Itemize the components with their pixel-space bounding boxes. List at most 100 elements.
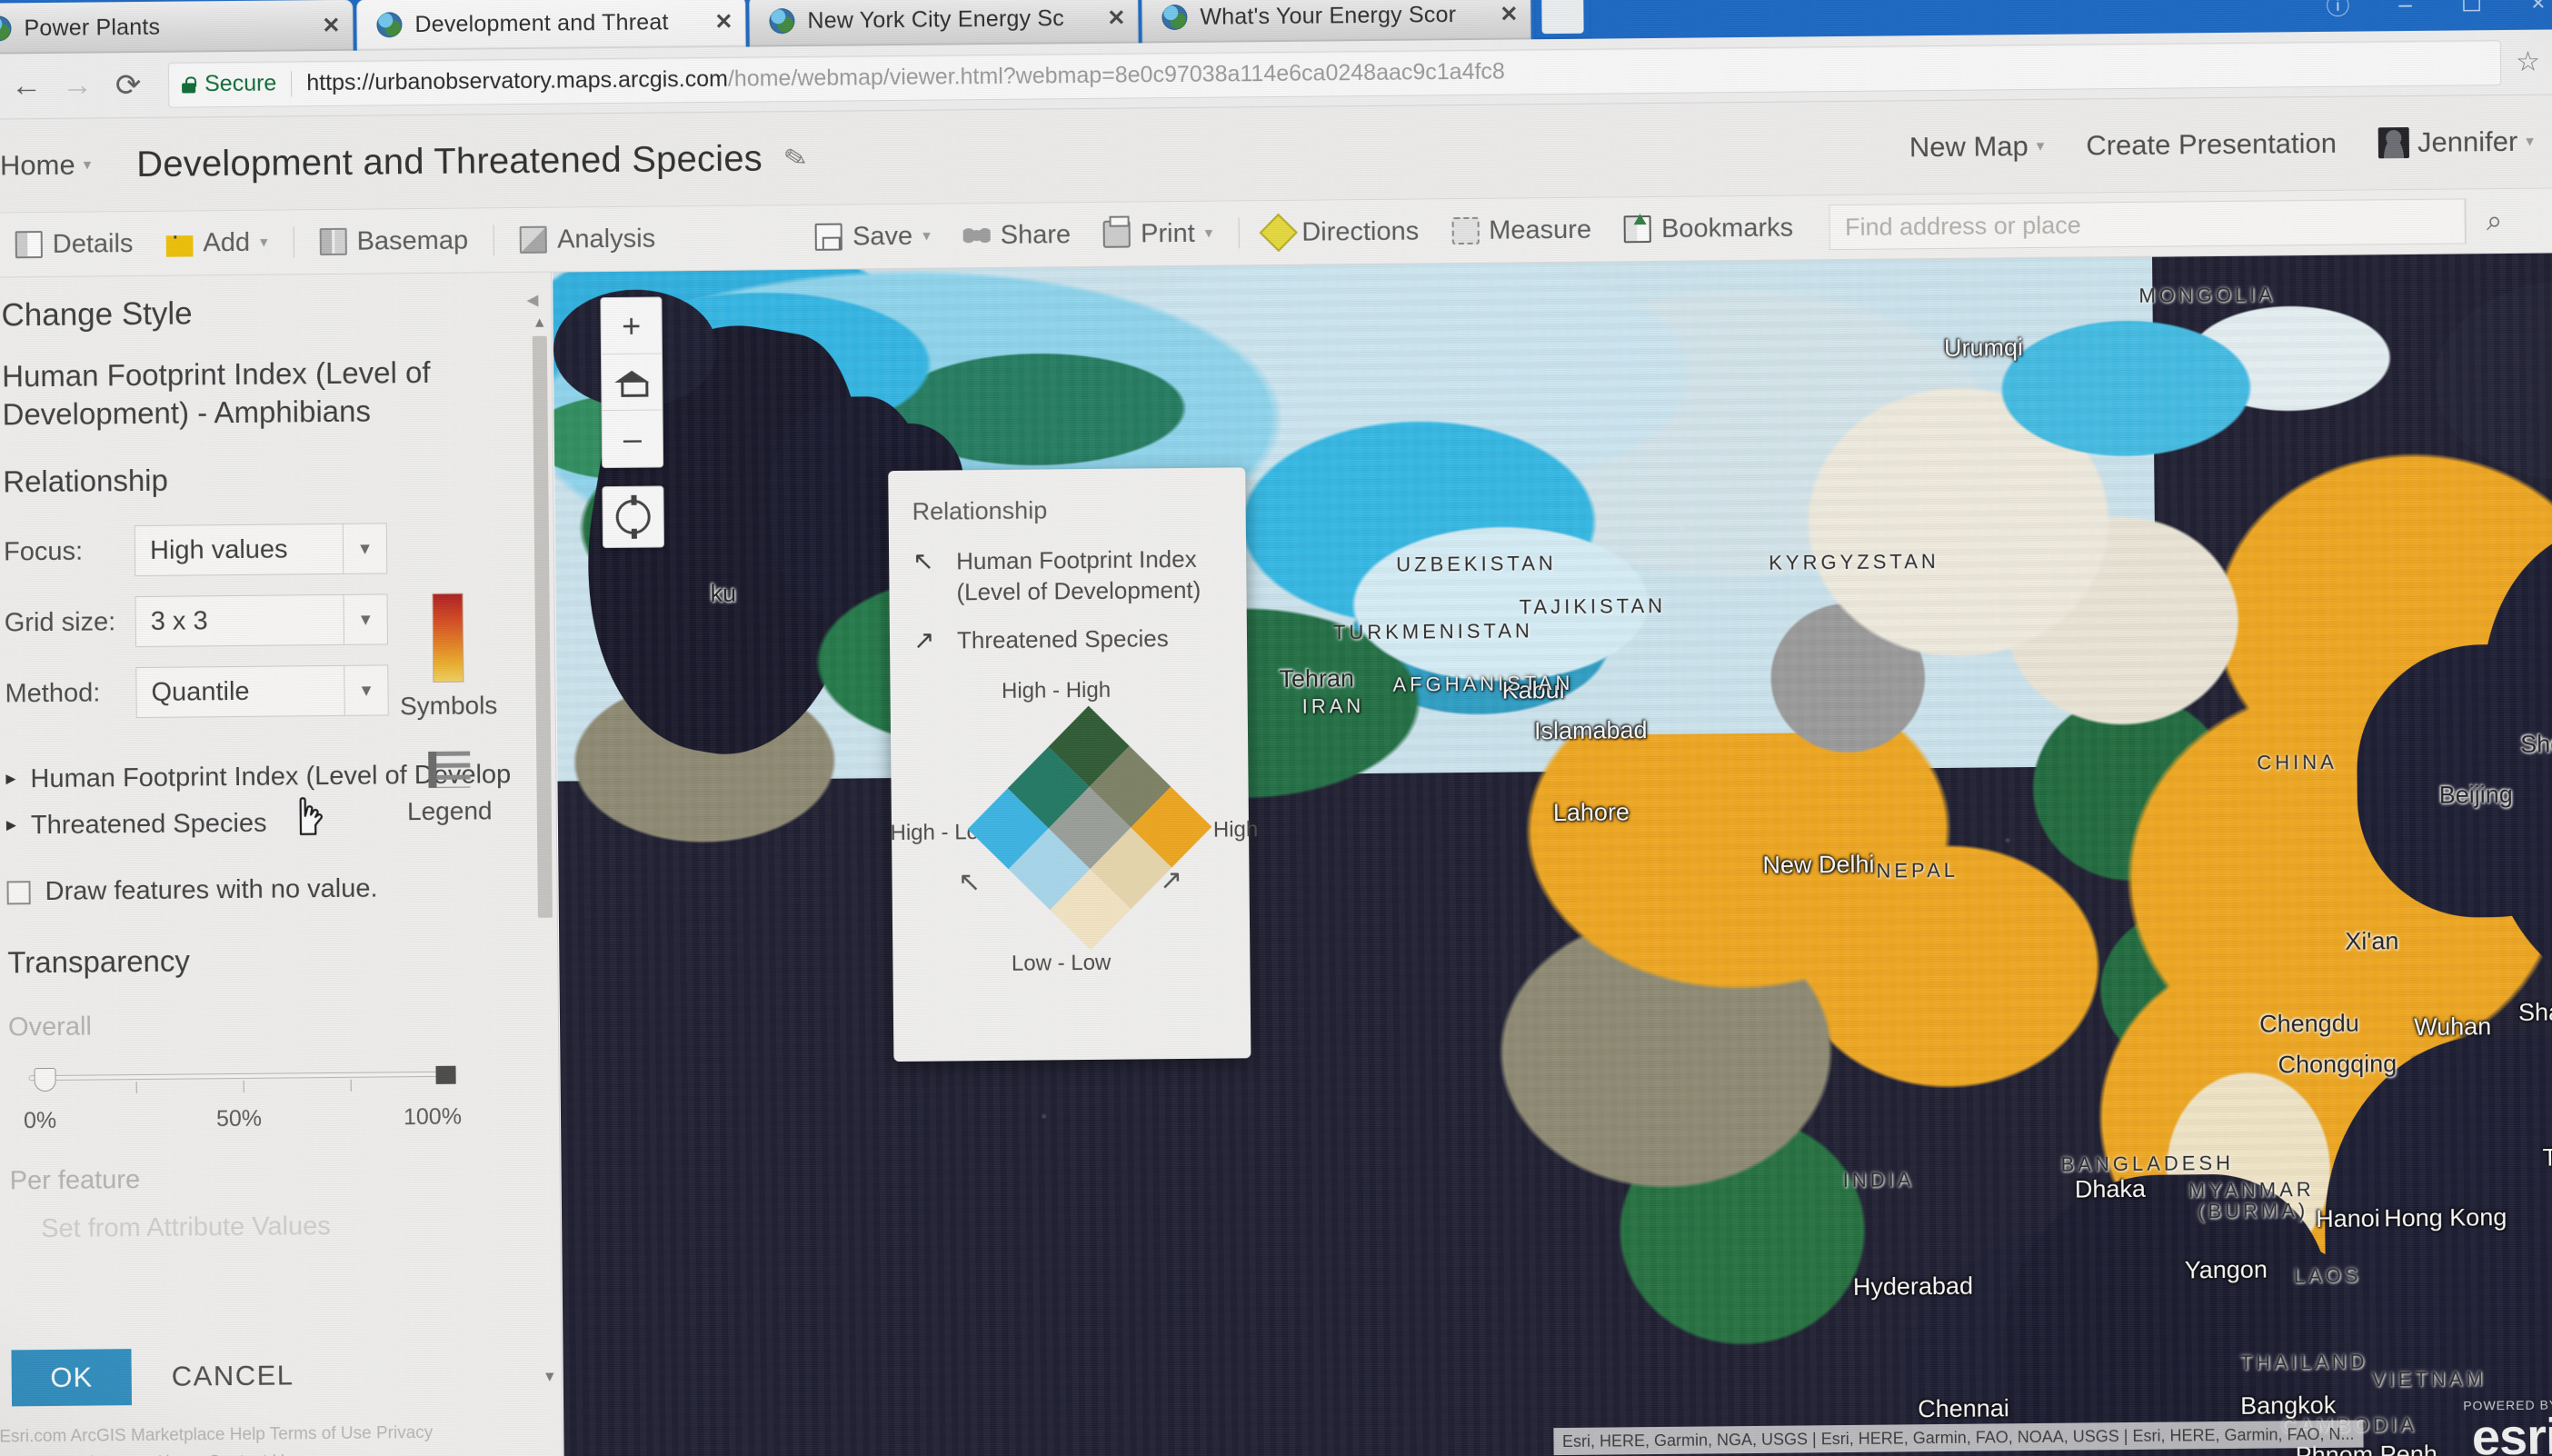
home-icon	[617, 370, 646, 394]
method-label: Method:	[5, 678, 101, 709]
basemap-label: Basemap	[356, 225, 469, 256]
tab-close-icon[interactable]: ✕	[1489, 1, 1518, 27]
mouse-cursor-icon	[299, 797, 323, 835]
slider-thumb[interactable]	[34, 1068, 56, 1092]
chevron-down-icon: ▾	[922, 226, 931, 244]
chevron-down-icon: ▼	[342, 524, 387, 574]
slider-min-label: 0%	[23, 1108, 57, 1134]
divider	[293, 226, 294, 258]
analysis-button[interactable]: Analysis	[503, 224, 672, 255]
security-label: Secure	[204, 70, 277, 97]
bookmarks-button[interactable]: Bookmarks	[1608, 213, 1809, 244]
url-origin: https://urbanobservatory.maps.arcgis.com	[306, 65, 729, 96]
favicon-icon	[769, 8, 795, 35]
save-button[interactable]: Save ▾	[799, 221, 947, 253]
chevron-down-icon: ▼	[343, 594, 388, 645]
tab-close-icon[interactable]: ✕	[703, 8, 733, 35]
collapse-panel-icon[interactable]: ◂	[526, 285, 538, 314]
symbols-label[interactable]: Symbols	[394, 691, 503, 721]
overall-transparency-slider[interactable]	[28, 1057, 456, 1102]
browser-tab-0[interactable]: Power Plants ✕	[0, 0, 354, 55]
reload-icon[interactable]: ⟳	[103, 66, 154, 104]
new-tab-button[interactable]	[1534, 0, 1591, 40]
address-bar[interactable]: Secure https://urbanobservatory.maps.arc…	[167, 39, 2502, 108]
legend-title: Relationship	[912, 496, 1048, 525]
favicon-icon	[0, 15, 12, 42]
zoom-in-button[interactable]: +	[601, 297, 662, 355]
measure-icon	[1451, 216, 1480, 245]
browser-tab-2[interactable]: New York City Energy Sc ✕	[749, 0, 1139, 47]
tab-close-icon[interactable]: ✕	[1096, 5, 1125, 31]
esri-branding: POWERED BY esri	[2463, 1397, 2552, 1456]
slider-tick	[135, 1082, 137, 1094]
focus-value: High values	[149, 534, 288, 565]
url-text: https://urbanobservatory.maps.arcgis.com…	[306, 59, 1505, 97]
scroll-up-icon[interactable]: ▲	[532, 314, 548, 333]
new-map-menu[interactable]: New Map ▾	[1909, 130, 2045, 164]
method-select[interactable]: Quantile ▼	[135, 664, 389, 719]
edit-pencil-icon[interactable]: ✎	[781, 140, 811, 176]
bookmark-star-icon[interactable]: ☆	[2516, 46, 2540, 78]
overall-label: Overall	[7, 1012, 93, 1042]
grid-size-label: Grid size:	[4, 607, 116, 638]
scrollbar-thumb[interactable]	[532, 335, 553, 918]
create-presentation-button[interactable]: Create Presentation	[2086, 127, 2337, 163]
lock-icon	[182, 76, 195, 93]
basemap-icon	[319, 227, 347, 256]
details-button[interactable]: Details	[0, 228, 150, 260]
legend-list-icon[interactable]	[428, 751, 471, 788]
legend-variable-1: ↖ Human Footprint Index (Level of Develo…	[912, 544, 1223, 609]
search-input[interactable]: Find address or place	[1829, 198, 2467, 251]
close-icon[interactable]: ×	[2531, 0, 2545, 16]
header-actions: New Map ▾ Create Presentation Jennifer ▾	[1909, 125, 2543, 165]
arrow-up-left-icon: ↖	[912, 546, 934, 575]
slider-tick	[350, 1080, 352, 1092]
draw-no-value-row[interactable]: Draw features with no value.	[6, 873, 531, 908]
tree-item-label: Threatened Species	[30, 809, 267, 841]
add-button[interactable]: Add ▾	[149, 227, 284, 258]
chevron-down-icon: ▾	[1204, 224, 1213, 242]
change-style-panel: ◂ Change Style Human Footprint Index (Le…	[0, 272, 563, 1456]
minimize-icon[interactable]: –	[2398, 0, 2412, 18]
account-icon[interactable]: ⓘ	[2326, 0, 2349, 21]
user-name: Jennifer	[2417, 125, 2518, 158]
scroll-down-icon[interactable]: ▼	[542, 1369, 558, 1387]
browser-tab-3[interactable]: What's Your Energy Scor ✕	[1141, 0, 1531, 44]
share-button[interactable]: Share	[947, 219, 1088, 250]
focus-label: Focus:	[3, 536, 84, 567]
zoom-out-button[interactable]: –	[603, 410, 663, 467]
browser-tab-1[interactable]: Development and Threat ✕	[356, 0, 746, 51]
divider	[493, 224, 495, 256]
focus-select[interactable]: High values ▼	[134, 523, 388, 577]
basemap-button[interactable]: Basemap	[303, 225, 484, 257]
cancel-button[interactable]: CANCEL	[172, 1359, 294, 1392]
user-menu[interactable]: Jennifer ▾	[2378, 125, 2534, 160]
map-viewport[interactable]: Urumqi Tehran Kabul Islamabad Lahore New Delh…	[553, 253, 2552, 1456]
forward-icon[interactable]: →	[52, 67, 103, 104]
ok-button[interactable]: OK	[11, 1349, 133, 1407]
slider-end-marker	[435, 1066, 456, 1085]
create-presentation-label: Create Presentation	[2086, 126, 2338, 162]
search-icon[interactable]: ⌕	[2465, 197, 2523, 244]
color-ramp-icon[interactable]	[432, 593, 464, 683]
home-button[interactable]	[601, 354, 663, 412]
panel-title: Change Style	[1, 295, 193, 334]
legend-label[interactable]: Legend	[395, 796, 504, 826]
chevron-right-icon: ▸	[5, 813, 17, 836]
print-label: Print	[1140, 218, 1195, 248]
grid-size-select[interactable]: 3 x 3 ▼	[135, 593, 389, 648]
locate-button[interactable]	[602, 485, 665, 549]
print-button[interactable]: Print ▾	[1087, 218, 1229, 249]
window-controls: ⓘ – ☐ ×	[2326, 0, 2546, 32]
directions-button[interactable]: Directions	[1248, 213, 1435, 253]
maximize-icon[interactable]: ☐	[2461, 0, 2483, 17]
draw-no-value-checkbox[interactable]	[6, 881, 31, 905]
tab-close-icon[interactable]: ✕	[311, 12, 340, 38]
tab-title: Power Plants	[24, 14, 161, 41]
back-icon[interactable]: ←	[1, 68, 52, 105]
measure-button[interactable]: Measure	[1435, 214, 1608, 246]
page-title: Development and Threatened Species	[135, 137, 763, 184]
home-menu[interactable]: Home ▾	[0, 148, 91, 182]
save-label: Save	[852, 221, 913, 251]
url-path: /home/webmap/viewer.html?webmap=8e0c9703…	[727, 58, 1506, 92]
